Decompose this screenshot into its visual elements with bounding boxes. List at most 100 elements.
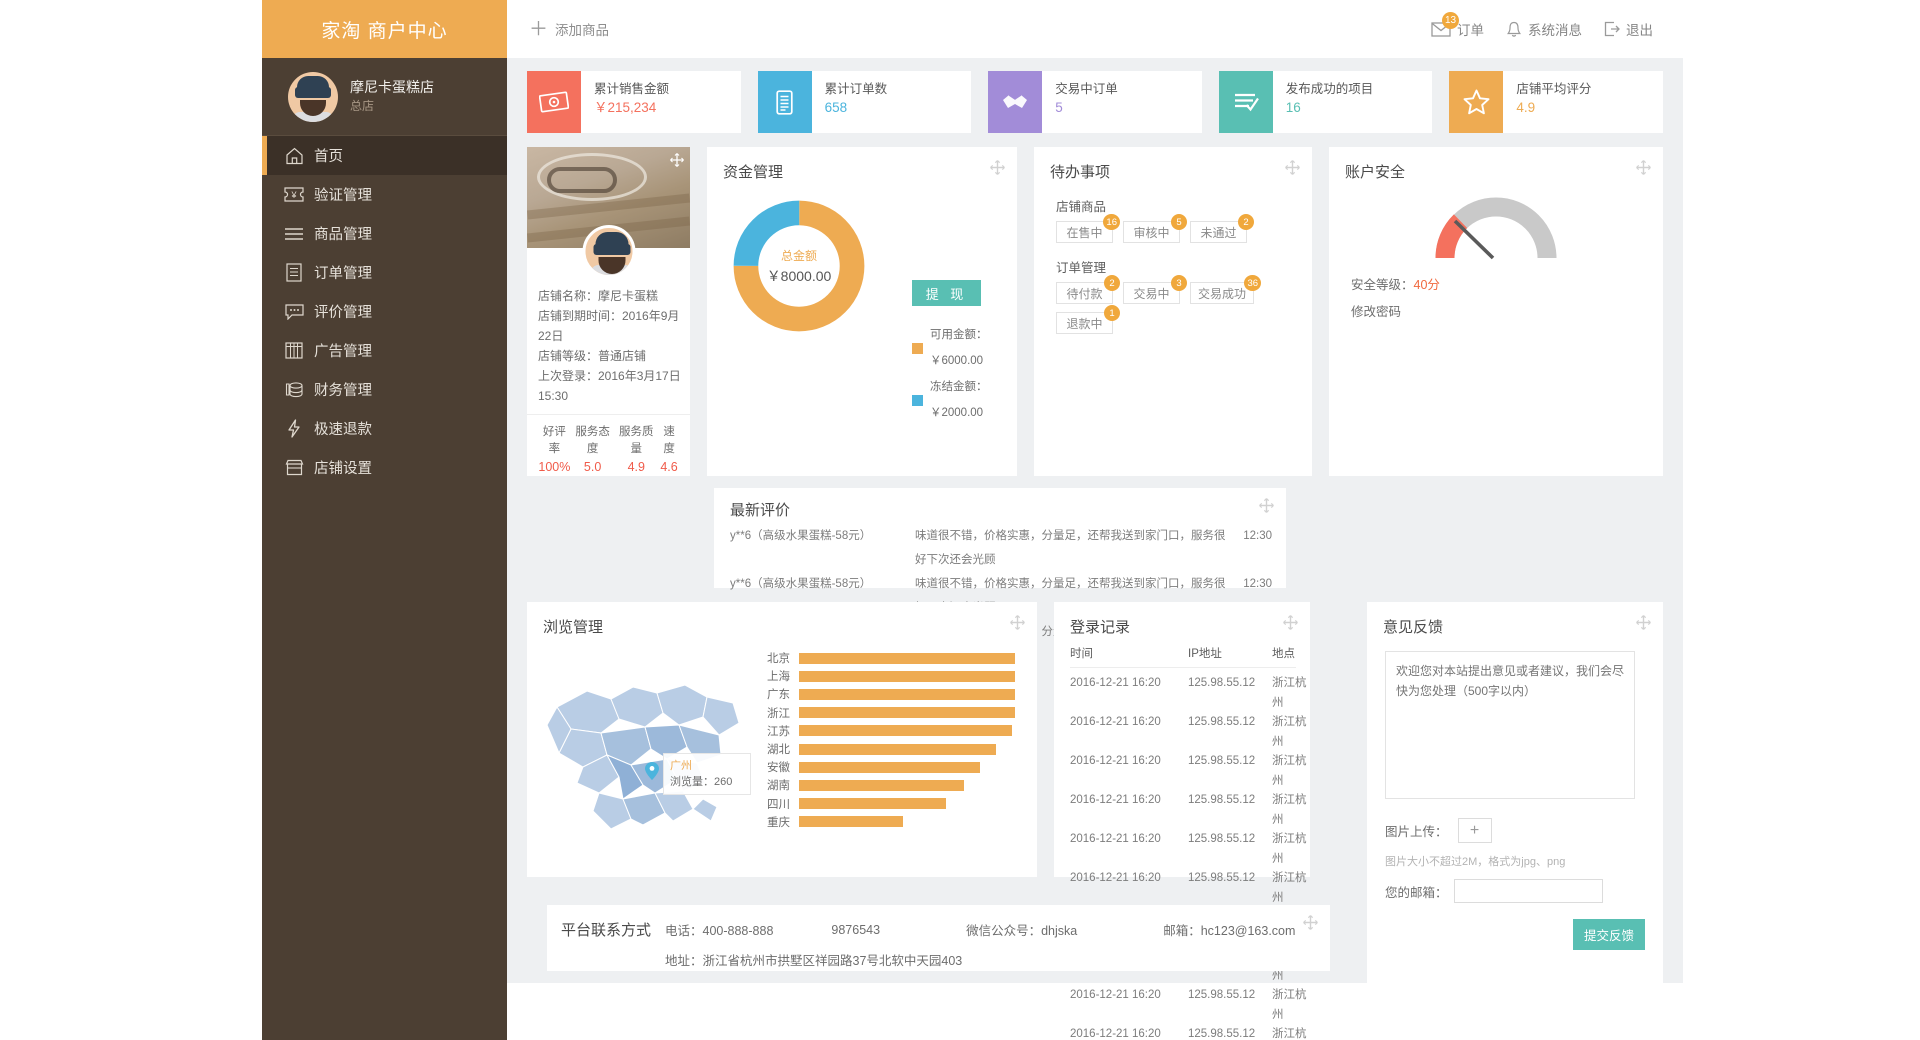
todo-chip[interactable]: 3 交易中 [1123,275,1187,304]
rating-label: 好评率 [542,426,566,455]
todo-chip-badge: 3 [1171,275,1187,291]
browse-panel: 浏览管理 广州 浏览量：260 北京 上海 广东 浙江 江苏 湖北 安徽 湖南 … [527,602,1037,877]
login-cell: 浙江杭州 [1272,794,1307,826]
plus-icon: ＋ [529,18,549,40]
sidebar-item-5[interactable]: 广告管理 [262,331,507,370]
submit-feedback-button[interactable]: 提交反馈 [1572,919,1645,950]
login-cell: 浙江杭州 [1272,833,1307,865]
logout-button[interactable]: 退出 [1604,19,1653,39]
review-row[interactable]: y**6（高级水果蛋糕-58元） 味道很不错，价格实惠，分量足，还帮我送到家门口，… [714,524,1286,572]
table-row: 2016-12-21 16:20 125.98.55.12 浙江杭州 [1070,1025,1310,1040]
stat-value: 16 [1285,100,1301,115]
table-row: 2016-12-21 16:20 125.98.55.12 浙江杭州 [1070,713,1310,752]
move-icon[interactable] [1636,615,1651,635]
chart-icon [284,341,304,361]
bar-label: 湖北 [767,744,790,757]
todo-title: 待办事项 [1050,164,1111,181]
login-cell: 125.98.55.12 [1188,716,1256,728]
legend-swatch [912,394,923,406]
stat-card-4[interactable]: 店铺平均评分 4.9 [1449,71,1663,133]
login-cell: 2016-12-21 16:20 [1070,989,1161,1001]
login-cell: 浙江杭州 [1272,677,1307,709]
add-product-button[interactable]: ＋ 添加商品 [529,19,609,39]
map-pin-icon [645,762,659,780]
funds-title: 资金管理 [723,164,784,181]
todo-panel: 待办事项 店铺商品 16 在售中 5 审核中 2 未通过 订单管理 2 待付款 3 交易中 36 交易成功… [1034,147,1312,476]
stat-card-0[interactable]: 累计销售金额 ￥215,234 [527,71,741,133]
bar-row: 湖南 [763,776,1015,794]
todo-chip-badge: 5 [1171,214,1187,230]
move-icon[interactable] [1283,615,1298,635]
todo-chip[interactable]: 1 退款中 [1056,305,1120,334]
bar-row: 江苏 [763,722,1015,740]
brand-logo: 家淘 商户中心 [262,0,507,58]
email-field[interactable] [1453,879,1603,903]
donut-center-value: ￥8000.00 [766,268,832,284]
sidebar-item-0[interactable]: 首页 [262,136,507,175]
sidebar-item-label: 评价管理 [314,305,372,321]
system-message-label: 系统消息 [1528,23,1582,38]
stat-card-3[interactable]: 发布成功的项目 16 [1218,71,1433,133]
stat-value: 658 [824,100,848,115]
change-password-link[interactable]: 修改密码 [1329,293,1663,320]
sidebar-item-3[interactable]: 订单管理 [262,253,507,292]
move-icon[interactable] [1303,915,1318,935]
login-cell: 2016-12-21 16:20 [1070,1028,1161,1040]
map-tooltip: 广州 浏览量：260 [663,753,751,795]
sidebar-item-8[interactable]: 店铺设置 [262,448,507,487]
bar-fill [799,798,946,810]
login-records-title: 登录记录 [1070,619,1131,636]
todo-groups: 店铺商品 16 在售中 5 审核中 2 未通过 订单管理 2 待付款 3 交易中 36 交易成功 1 退款中 [1034,196,1312,334]
china-map[interactable]: 广州 浏览量：260 [527,649,763,864]
orders-button[interactable]: 13 订单 [1431,12,1484,39]
move-icon[interactable] [1285,160,1300,180]
contact-panel: 平台联系方式 电话：400-888-888 9876543 微信公众号：dhjs… [547,905,1330,971]
login-records-header: 时间 IP地址 地点 [1070,645,1296,668]
contact-phone: 电话：400-888-888 [665,924,774,938]
stat-card-2[interactable]: 交易中订单 5 [988,71,1202,133]
move-icon[interactable] [1259,498,1274,518]
todo-chip[interactable]: 2 待付款 [1056,275,1120,304]
login-col-header: 时间 [1070,648,1093,660]
withdraw-button[interactable]: 提 现 [912,280,981,306]
todo-chip[interactable]: 2 未通过 [1190,214,1254,243]
brand-name-2: 商户中心 [367,20,448,42]
login-cell: 浙江杭州 [1272,755,1307,787]
login-cell: 125.98.55.12 [1188,833,1256,845]
review-user: y**6（高级水果蛋糕-58元） [730,530,872,542]
todo-chip[interactable]: 36 交易成功 [1190,275,1262,304]
todo-chip-label: 退款中 [1066,316,1103,331]
sidebar-item-label: 验证管理 [314,188,372,204]
sidebar-item-2[interactable]: 商品管理 [262,214,507,253]
login-cell: 浙江杭州 [1272,872,1307,904]
logout-icon [1604,21,1620,37]
feedback-textarea[interactable] [1385,651,1635,799]
sidebar-item-4[interactable]: 评价管理 [262,292,507,331]
login-cell: 2016-12-21 16:20 [1070,833,1161,845]
browse-title: 浏览管理 [543,619,604,636]
user-profile[interactable]: 摩尼卡蛋糕店 总店 [262,58,507,136]
table-row: 2016-12-21 16:20 125.98.55.12 浙江杭州 [1070,869,1310,908]
stat-card-1[interactable]: 累计订单数 658 [757,71,972,133]
todo-chip[interactable]: 16 在售中 [1056,214,1120,243]
todo-group-title: 店铺商品 [1056,200,1107,214]
bar-label: 湖南 [767,780,790,793]
upload-image-button[interactable]: + [1457,818,1492,843]
sidebar-item-label: 订单管理 [314,266,372,282]
login-cell: 2016-12-21 16:20 [1070,794,1161,806]
move-icon[interactable] [990,160,1005,180]
bar-label: 安徽 [767,762,790,775]
move-icon[interactable] [1010,615,1025,635]
bolt-icon [284,419,304,439]
rating-value: 4.6 [660,460,678,474]
move-icon[interactable] [670,153,684,172]
sidebar-item-6[interactable]: 财务管理 [262,370,507,409]
todo-chip[interactable]: 5 审核中 [1123,214,1187,243]
move-icon[interactable] [1636,160,1651,180]
login-col-header: 地点 [1272,648,1295,660]
sidebar-item-7[interactable]: 极速退款 [262,409,507,448]
shop-info-line: 店铺名称：摩尼卡蛋糕 [538,289,659,303]
sidebar-item-1[interactable]: ¥ 验证管理 [262,175,507,214]
bell-icon [1506,21,1522,38]
system-message-button[interactable]: 系统消息 [1506,19,1582,39]
